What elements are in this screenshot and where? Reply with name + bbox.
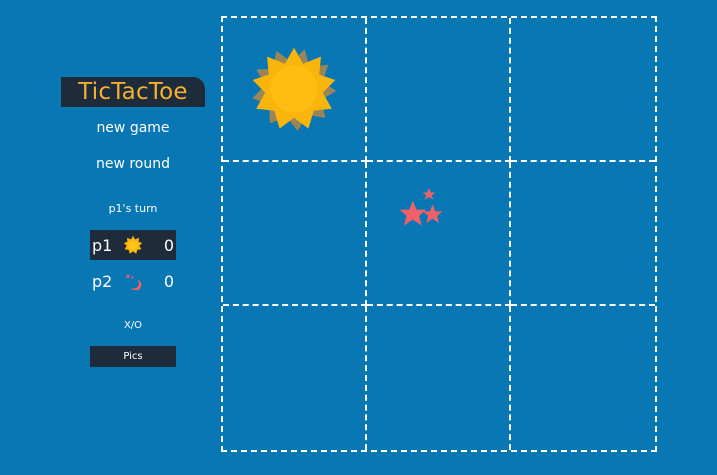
turn-indicator: p1's turn: [108, 202, 158, 215]
board-cell-1[interactable]: [223, 18, 367, 162]
board-cell-7[interactable]: [223, 306, 367, 450]
mode-label: X/O: [123, 320, 143, 331]
board-cell-6[interactable]: [511, 162, 655, 306]
sun-icon: [121, 233, 145, 257]
player-name: p2: [92, 271, 113, 291]
moon-stars-icon: [399, 188, 473, 276]
board-cell-3[interactable]: [511, 18, 655, 162]
pics-mode-button[interactable]: Pics: [90, 346, 176, 367]
sidebar: TicTacToe new game new round p1's turn p…: [0, 0, 220, 475]
board-cell-5[interactable]: [367, 162, 511, 306]
board-cell-4[interactable]: [223, 162, 367, 306]
app-logo: TicTacToe: [61, 77, 205, 107]
game-board: [221, 16, 657, 452]
player-score: 0: [163, 235, 174, 255]
player-name: p1: [92, 235, 113, 255]
board-cell-2[interactable]: [367, 18, 511, 162]
new-round-button[interactable]: new round: [61, 156, 205, 172]
player-row-p1: p1 0: [90, 230, 176, 260]
player-row-p2: p2 0: [90, 266, 176, 296]
board-cell-8[interactable]: [367, 306, 511, 450]
moon-stars-icon: [121, 269, 145, 293]
player-score: 0: [163, 271, 174, 291]
new-game-button[interactable]: new game: [61, 120, 205, 136]
sun-icon: [252, 47, 337, 131]
board-cell-9[interactable]: [511, 306, 655, 450]
